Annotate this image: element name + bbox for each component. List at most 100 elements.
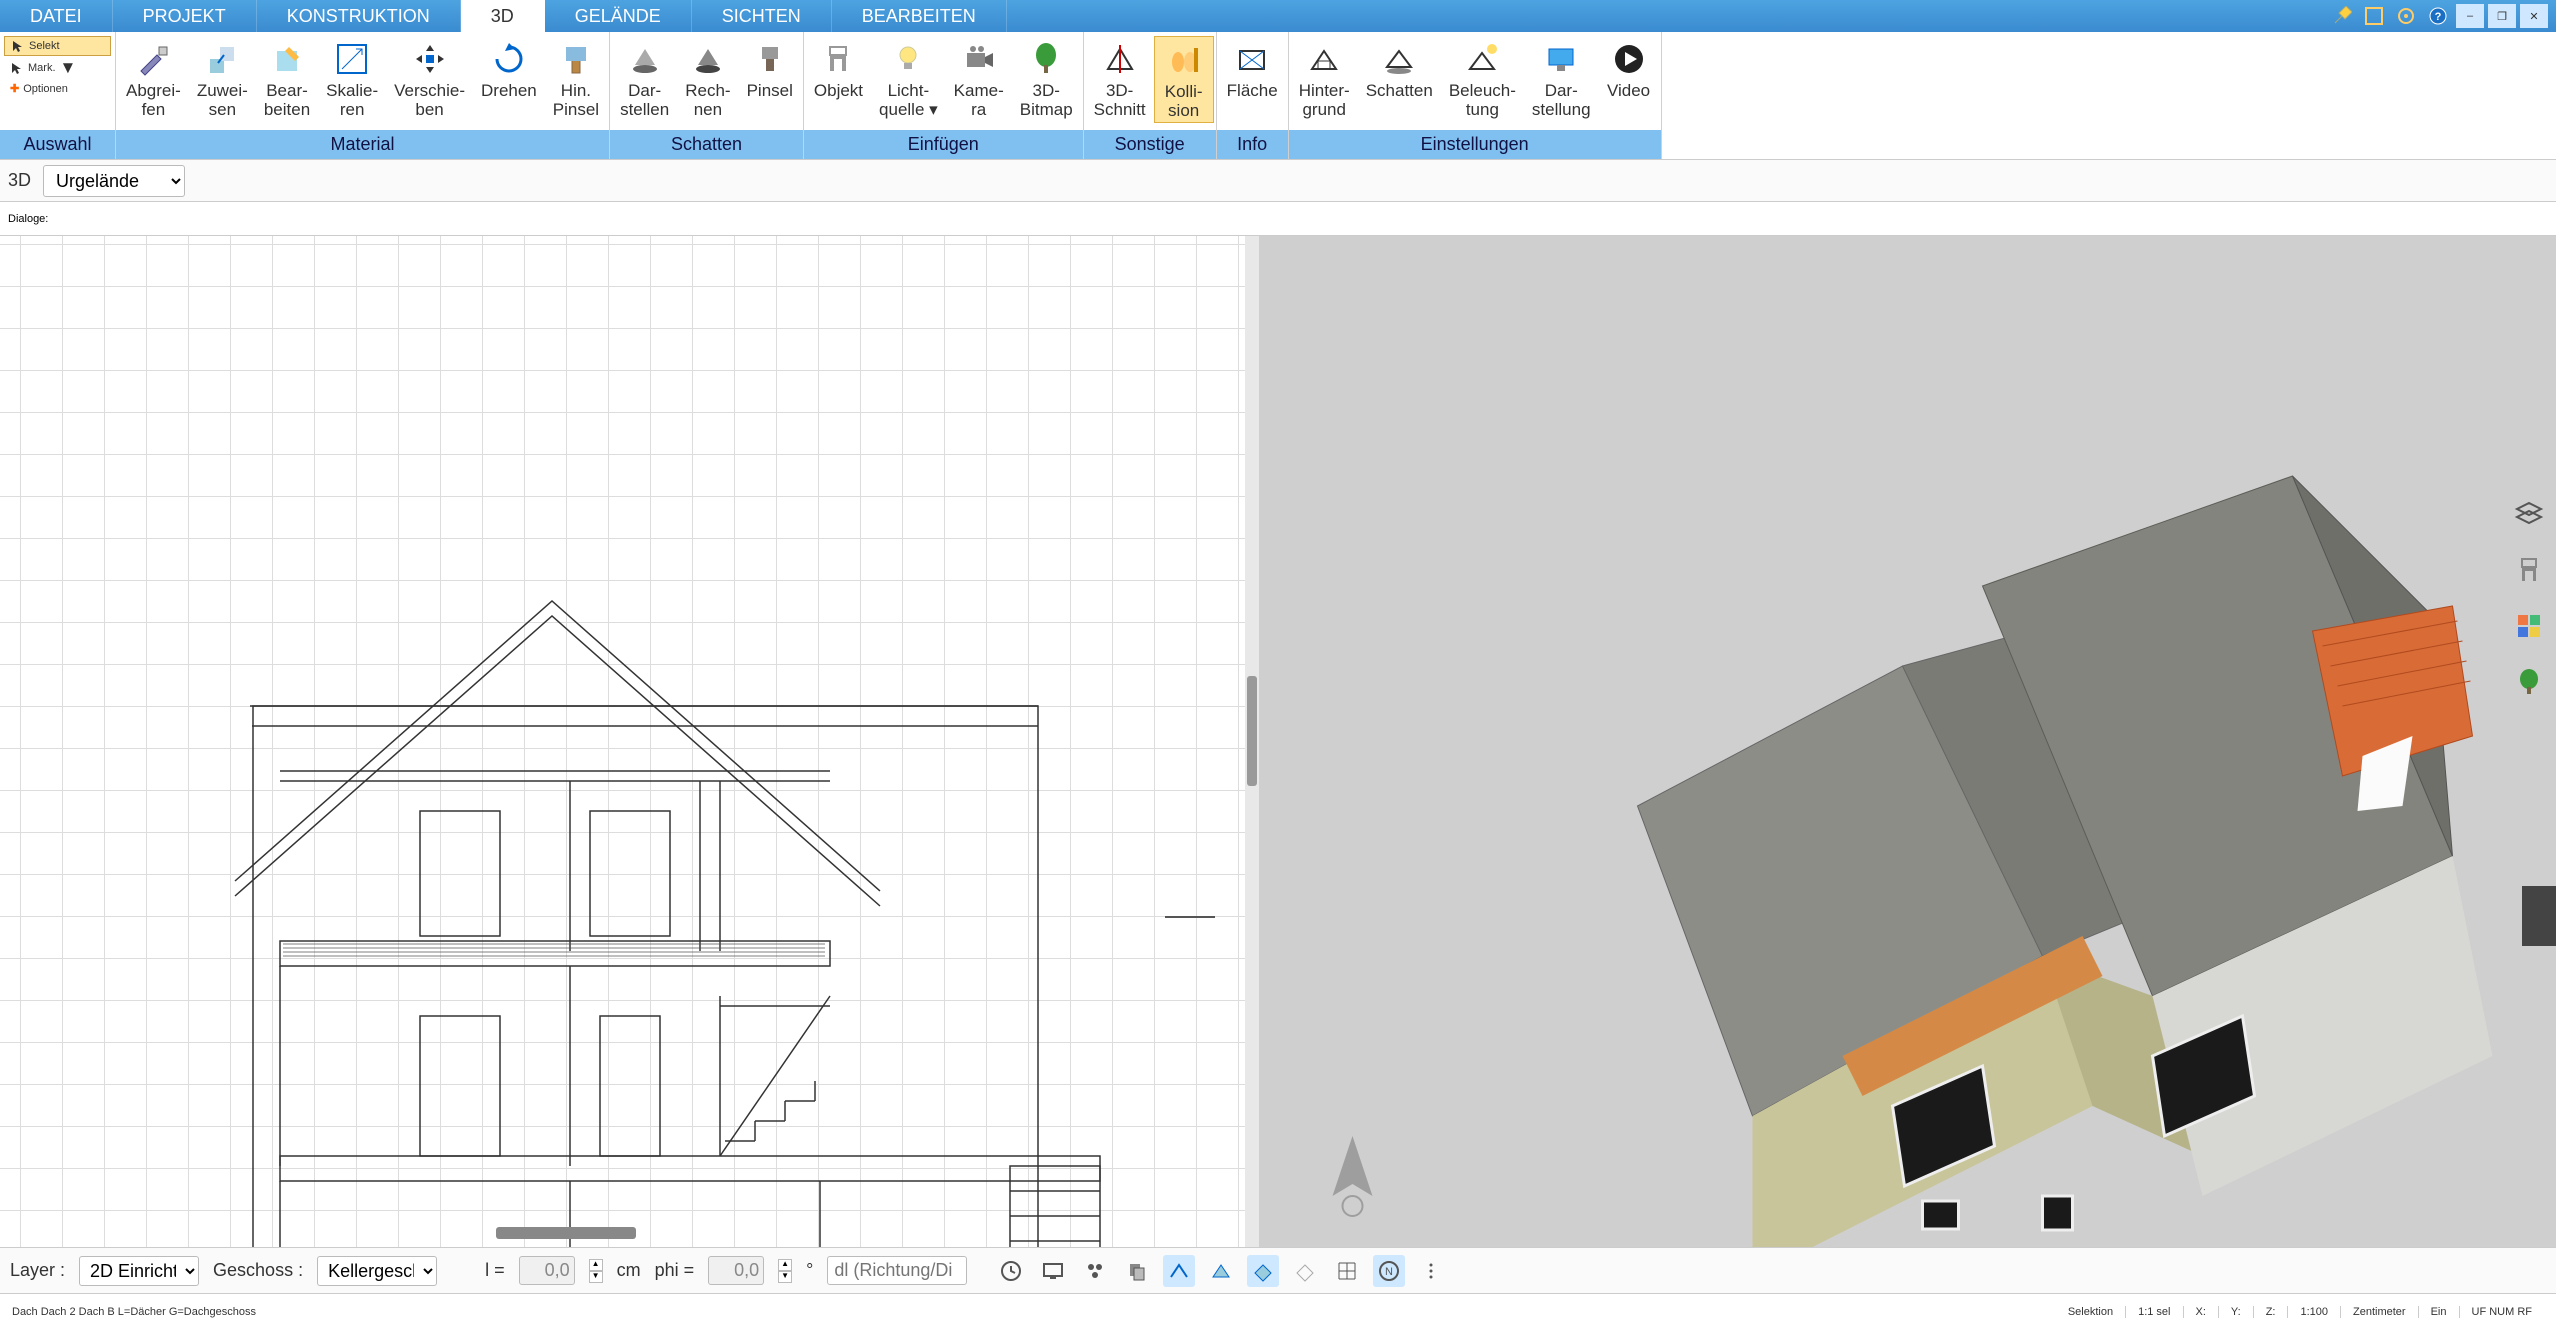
tab-gelaende[interactable]: GELÄNDE (545, 0, 692, 32)
video-button[interactable]: Video (1599, 36, 1659, 103)
snap1-icon[interactable] (1163, 1255, 1195, 1287)
right-toolbar (2506, 496, 2552, 700)
layer-label: Layer : (10, 1260, 65, 1281)
layer-select[interactable]: 2D Einricht (79, 1256, 199, 1286)
tab-konstruktion[interactable]: KONSTRUKTION (257, 0, 461, 32)
help-icon[interactable]: ? (2424, 4, 2452, 28)
phi-label: phi = (655, 1260, 695, 1281)
bottom-bar: Layer : 2D Einricht Geschoss : Kellerges… (0, 1247, 2556, 1293)
l-spinner[interactable]: ▲▼ (589, 1259, 603, 1283)
kamera-button[interactable]: Kame- ra (946, 36, 1012, 121)
status-sel: 1:1 sel (2125, 1306, 2182, 1318)
zuweisen-button[interactable]: Zuwei- sen (189, 36, 256, 121)
splitter-handle[interactable] (1247, 676, 1257, 786)
window-icon[interactable] (2360, 4, 2388, 28)
pinsel-button[interactable]: Pinsel (739, 36, 801, 103)
ribbon-group-material: Abgrei- fen Zuwei- sen Bear- beiten Skal… (116, 32, 610, 159)
more-icon[interactable] (1415, 1255, 1447, 1287)
layers-icon[interactable] (2511, 496, 2547, 532)
lichtquelle-button[interactable]: Licht- quelle ▾ (871, 36, 946, 121)
ribbon: Selekt Mark. ▼ ✚ Optionen Auswahl Abgrei… (0, 32, 2556, 160)
furniture-icon[interactable] (2511, 552, 2547, 588)
target-icon[interactable] (2392, 4, 2420, 28)
group-icon[interactable] (1079, 1255, 1111, 1287)
phi-spinner[interactable]: ▲▼ (778, 1259, 792, 1283)
einfuegen-group-label: Einfügen (804, 130, 1083, 159)
tab-sichten[interactable]: SICHTEN (692, 0, 832, 32)
status-mode: Selektion (2056, 1306, 2125, 1318)
darstellung-button[interactable]: Dar- stellung (1524, 36, 1599, 121)
drehen-button[interactable]: Drehen (473, 36, 545, 103)
tab-3d[interactable]: 3D (461, 0, 545, 32)
auswahl-group-label: Auswahl (0, 130, 115, 159)
abgreifen-button[interactable]: Abgrei- fen (118, 36, 189, 121)
optionen-label: Optionen (23, 83, 68, 95)
beleuchtung-button[interactable]: Beleuch- tung (1441, 36, 1524, 121)
view-3d[interactable] (1259, 236, 2556, 1247)
darstellen-button[interactable]: Dar- stellen (612, 36, 677, 121)
snap3-icon[interactable] (1247, 1255, 1279, 1287)
schatten-setting-button[interactable]: Schatten (1358, 36, 1441, 103)
ribbon-group-sonstige: 3D- Schnitt Kolli- sion Sonstige (1084, 32, 1217, 159)
flaeche-button[interactable]: Fläche (1219, 36, 1286, 103)
skalieren-button[interactable]: Skalie- ren (318, 36, 386, 121)
view-2d[interactable] (0, 236, 1245, 1247)
selekt-button[interactable]: Selekt (4, 36, 111, 56)
workspace (0, 236, 2556, 1247)
grid-icon[interactable] (1331, 1255, 1363, 1287)
sonstige-group-label: Sonstige (1084, 130, 1216, 159)
status-bar: Dach Dach 2 Dach B L=Dächer G=Dachgescho… (0, 1293, 2556, 1329)
svg-text:?: ? (2435, 11, 2442, 23)
3dbitmap-button[interactable]: 3D- Bitmap (1012, 36, 1081, 121)
tab-projekt[interactable]: PROJEKT (113, 0, 257, 32)
minimize-icon[interactable]: – (2456, 4, 2484, 28)
l-input[interactable] (519, 1256, 575, 1285)
plants-icon[interactable] (2511, 664, 2547, 700)
north-icon[interactable]: N (1373, 1255, 1405, 1287)
ribbon-group-schatten: Dar- stellen Rech- nen Pinsel Schatten (610, 32, 804, 159)
material-group-label: Material (116, 130, 609, 159)
verschieben-button[interactable]: Verschie- ben (386, 36, 473, 121)
materials-icon[interactable] (2511, 608, 2547, 644)
house-cross-section (0, 236, 1245, 1247)
ribbon-group-einfuegen: Objekt Licht- quelle ▾ Kame- ra 3D- Bitm… (804, 32, 1084, 159)
optionen-button[interactable]: ✚ Optionen (4, 80, 111, 97)
view-bar: 3D Urgelände (0, 160, 2556, 202)
objekt-button[interactable]: Objekt (806, 36, 871, 103)
deg-label: ° (806, 1260, 813, 1281)
kollision-button[interactable]: Kolli- sion (1154, 36, 1214, 123)
right-panel-tab[interactable] (2522, 886, 2556, 946)
status-scale: 1:100 (2287, 1306, 2340, 1318)
restore-icon[interactable]: ❐ (2488, 4, 2516, 28)
rechnen-button[interactable]: Rech- nen (677, 36, 738, 121)
info-group-label: Info (1217, 130, 1288, 159)
tab-datei[interactable]: DATEI (0, 0, 113, 32)
snap4-icon[interactable] (1289, 1255, 1321, 1287)
cm-label: cm (617, 1260, 641, 1281)
dl-input[interactable] (827, 1256, 967, 1285)
status-y: Y: (2218, 1306, 2253, 1318)
monitor-icon[interactable] (1037, 1255, 1069, 1287)
dialoge-label: Dialoge: (8, 213, 48, 225)
geschoss-select[interactable]: Kellergesch (317, 1256, 437, 1286)
phi-input[interactable] (708, 1256, 764, 1285)
svg-text:N: N (1385, 1266, 1393, 1278)
snap2-icon[interactable] (1205, 1255, 1237, 1287)
hintergrund-button[interactable]: Hinter- grund (1291, 36, 1358, 121)
l-label: l = (485, 1260, 505, 1281)
terrain-select[interactable]: Urgelände (43, 165, 185, 197)
clock-icon[interactable] (995, 1255, 1027, 1287)
status-unit: Zentimeter (2340, 1306, 2418, 1318)
view-splitter[interactable] (1245, 236, 1259, 1247)
level-tick (1165, 916, 1215, 918)
tab-bearbeiten[interactable]: BEARBEITEN (832, 0, 1007, 32)
bearbeiten-button[interactable]: Bear- beiten (256, 36, 318, 121)
status-z: Z: (2253, 1306, 2288, 1318)
close-icon[interactable]: ✕ (2520, 4, 2548, 28)
mark-button[interactable]: Mark. ▼ (4, 56, 111, 80)
copy-icon[interactable] (1121, 1255, 1153, 1287)
tool-icon[interactable] (2328, 4, 2356, 28)
horizontal-scroll-thumb[interactable] (496, 1227, 636, 1239)
3dschnitt-button[interactable]: 3D- Schnitt (1086, 36, 1154, 121)
hinpinsel-button[interactable]: Hin. Pinsel (545, 36, 607, 121)
